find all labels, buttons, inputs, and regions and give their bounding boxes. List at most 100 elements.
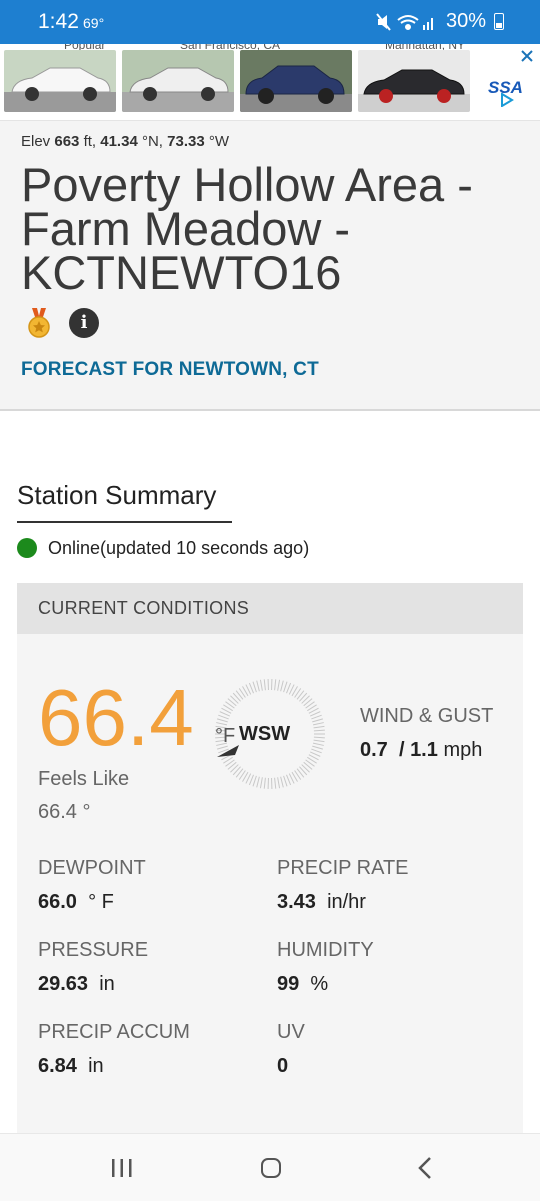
forecast-link[interactable]: FORECAST FOR NEWTOWN, CT: [21, 359, 319, 381]
humidity-unit: %: [310, 973, 328, 995]
station-summary-title: Station Summary: [17, 480, 232, 523]
uv-label: UV: [277, 1021, 305, 1044]
compass-tick: [311, 715, 321, 719]
pressure-number: 29.63: [38, 973, 88, 995]
compass-tick: [312, 719, 323, 722]
compass-tick: [260, 680, 262, 691]
compass-tick: [218, 715, 228, 719]
wind-gust-value: 0.7 / 1.1 mph: [360, 739, 482, 762]
compass-tick: [311, 749, 321, 753]
elevation-coordinates: Elev 663 ft, 41.34 °N, 73.33 °W: [21, 133, 229, 150]
precip-accum-unit: in: [88, 1055, 104, 1077]
compass-tick: [284, 776, 287, 786]
compass-tick: [253, 682, 256, 692]
humidity-value: 99 %: [277, 973, 328, 996]
precip-rate-number: 3.43: [277, 891, 316, 913]
ad-car-image-2[interactable]: [122, 50, 234, 112]
compass-tick: [264, 679, 265, 690]
compass-tick: [253, 776, 256, 786]
elevation-label: Elev: [21, 133, 50, 150]
wind-speed: 0.7: [360, 739, 388, 761]
compass-tick: [281, 681, 284, 692]
status-temperature: 69°: [83, 15, 104, 31]
ad-car-image-4[interactable]: [358, 50, 470, 112]
recent-apps-icon[interactable]: [110, 1158, 134, 1178]
medal-icon[interactable]: [24, 308, 54, 338]
humidity-label: HUMIDITY: [277, 939, 374, 962]
compass-tick: [278, 680, 280, 691]
station-title-line-1: Poverty Hollow Area -: [21, 163, 521, 207]
ad-banner[interactable]: Popular San Francisco, CA Manhattan, NY …: [0, 44, 540, 121]
pressure-unit: in: [99, 973, 115, 995]
dewpoint-value: 66.0 ° F: [38, 891, 114, 914]
compass-tick: [260, 777, 262, 788]
precip-accum-value: 6.84 in: [38, 1055, 104, 1078]
dewpoint-number: 66.0: [38, 891, 77, 913]
compass-tick: [312, 746, 323, 749]
ad-close-icon[interactable]: [520, 49, 534, 63]
compass-tick: [314, 726, 325, 728]
info-icon[interactable]: i: [69, 308, 99, 338]
back-icon[interactable]: [416, 1156, 434, 1180]
system-nav-bar: [0, 1133, 540, 1201]
online-status-dot: [17, 538, 37, 558]
compass-tick: [249, 683, 253, 693]
compass-tick: [249, 775, 253, 785]
wifi-icon: [398, 16, 418, 29]
station-title-line-3: KCTNEWTO16: [21, 251, 521, 295]
compass-tick: [278, 777, 280, 788]
feels-like-value: 66.4 °: [38, 801, 90, 824]
compass-tick: [286, 683, 290, 693]
station-title: Poverty Hollow Area - Farm Meadow - KCTN…: [21, 163, 521, 295]
current-conditions-header: CURRENT CONDITIONS: [17, 583, 523, 634]
precip-rate-label: PRECIP RATE: [277, 857, 409, 880]
ad-car-image-1[interactable]: [4, 50, 116, 112]
wind-unit: mph: [443, 739, 482, 761]
online-status-text: Online(updated 10 seconds ago): [48, 538, 309, 559]
pressure-value: 29.63 in: [38, 973, 115, 996]
uv-number: 0: [277, 1055, 288, 1077]
station-title-line-2: Farm Meadow -: [21, 207, 521, 251]
status-bar: 1:42 69° 30%: [0, 0, 540, 44]
compass-tick: [217, 719, 228, 722]
longitude-unit: °W: [209, 133, 229, 150]
status-icons: [376, 12, 436, 32]
mute-icon: [377, 14, 390, 30]
compass-tick: [257, 777, 260, 788]
compass-tick: [284, 682, 287, 692]
wind-separator: /: [399, 739, 405, 761]
latitude-value: 41.34: [100, 133, 138, 150]
precip-rate-unit: in/hr: [327, 891, 366, 913]
precip-rate-value: 3.43 in/hr: [277, 891, 366, 914]
compass-tick: [314, 740, 325, 742]
compass-tick: [313, 723, 324, 725]
wind-gust: 1.1: [410, 739, 438, 761]
battery-icon: [494, 13, 504, 30]
compass-tick: [275, 778, 276, 789]
elevation-unit: ft,: [84, 133, 97, 150]
feels-like-label: Feels Like: [38, 768, 129, 791]
elevation-value: 663: [54, 133, 79, 150]
battery-level: 30%: [446, 10, 486, 33]
precip-accum-number: 6.84: [38, 1055, 77, 1077]
temperature-unit: °F: [215, 725, 235, 747]
home-icon[interactable]: [261, 1158, 281, 1178]
wind-direction: WSW: [239, 723, 290, 745]
humidity-number: 99: [277, 973, 299, 995]
signal-icon: [423, 18, 433, 30]
ad-brand-logo[interactable]: SSA: [488, 78, 523, 98]
compass-tick: [313, 743, 324, 745]
wind-gust-label: WIND & GUST: [360, 705, 493, 728]
station-header: Elev 663 ft, 41.34 °N, 73.33 °W Poverty …: [0, 121, 540, 411]
precip-accum-label: PRECIP ACCUM: [38, 1021, 190, 1044]
ad-car-image-3[interactable]: [240, 50, 352, 112]
compass-tick: [275, 679, 276, 690]
uv-value: 0: [277, 1055, 288, 1078]
longitude-value: 73.33: [167, 133, 205, 150]
pressure-label: PRESSURE: [38, 939, 148, 962]
status-time: 1:42: [38, 10, 79, 34]
current-conditions-heading: CURRENT CONDITIONS: [38, 598, 249, 619]
compass-tick: [257, 681, 260, 692]
dewpoint-label: DEWPOINT: [38, 857, 146, 880]
compass-tick: [264, 778, 265, 789]
